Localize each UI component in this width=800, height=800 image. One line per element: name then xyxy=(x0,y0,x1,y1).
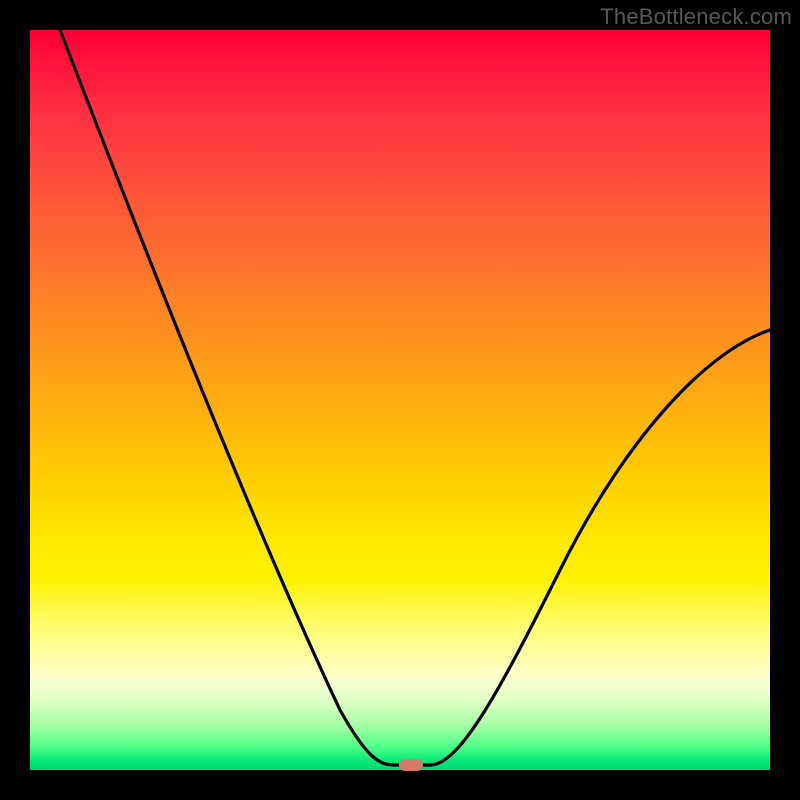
chart-frame: TheBottleneck.com xyxy=(0,0,800,800)
optimal-marker xyxy=(399,759,423,771)
curve-path xyxy=(60,30,770,765)
bottleneck-curve xyxy=(30,30,770,770)
plot-area xyxy=(30,30,770,770)
watermark-text: TheBottleneck.com xyxy=(600,4,792,30)
